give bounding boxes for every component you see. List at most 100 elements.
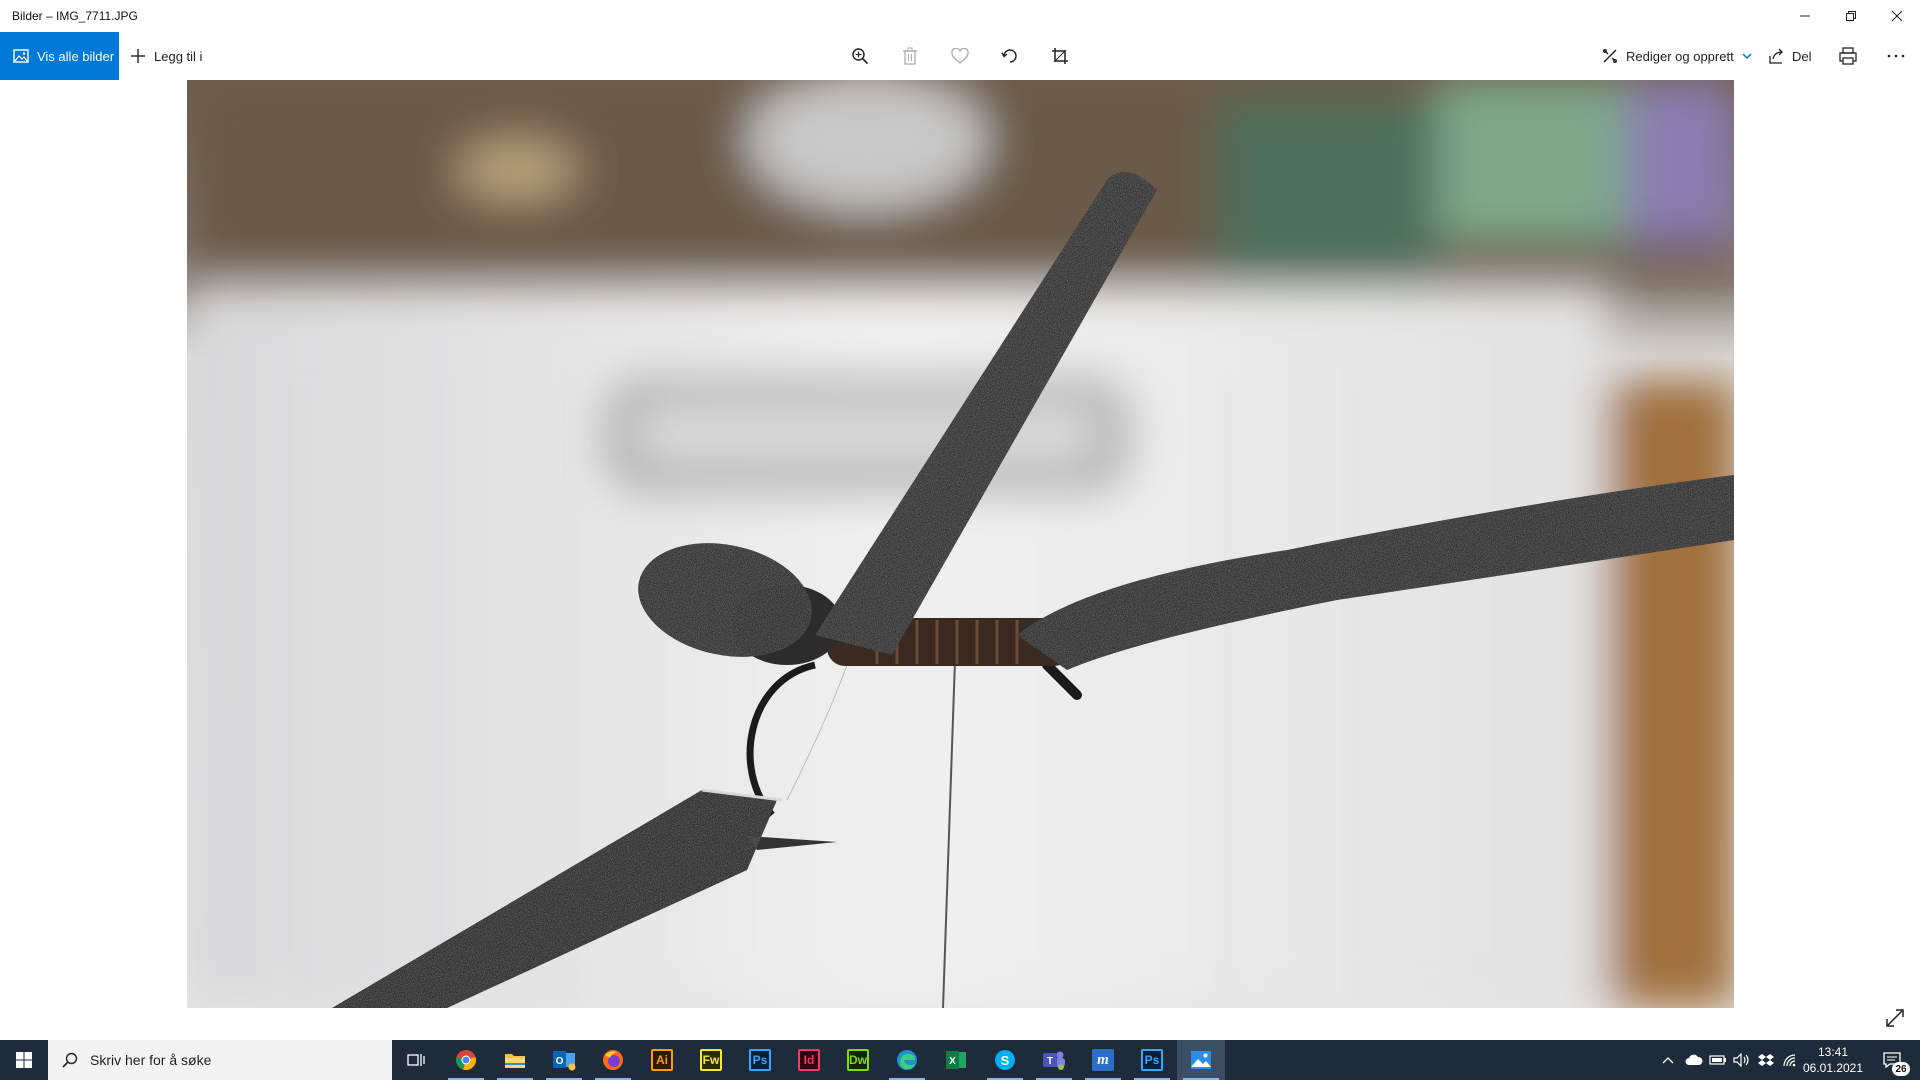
taskbar: Skriv her for å søke O Ai Fw Ps Id Dw X [0, 1040, 1920, 1080]
dreamweaver-icon: Dw [847, 1049, 869, 1071]
print-icon [1839, 47, 1857, 65]
indesign-icon: Id [798, 1049, 820, 1071]
restore-icon [1846, 11, 1856, 21]
photo-viewer[interactable] [187, 80, 1734, 1008]
photos-app-icon [1191, 1051, 1211, 1069]
close-icon [1891, 10, 1903, 22]
window-title: Bilder – IMG_7711.JPG [12, 9, 138, 23]
crop-icon [1052, 48, 1068, 64]
excel-icon: X [946, 1051, 966, 1069]
taskbar-app-photoshop-2[interactable]: Ps [1128, 1040, 1176, 1080]
more-button[interactable] [1876, 32, 1916, 80]
taskbar-app-photoshop[interactable]: Ps [736, 1040, 784, 1080]
rotate-button[interactable] [990, 32, 1030, 80]
teams-icon: T [1043, 1051, 1065, 1070]
task-view-button[interactable] [392, 1040, 440, 1080]
minimize-button[interactable] [1782, 0, 1828, 32]
delete-icon [903, 47, 917, 65]
outlook-letter: O [556, 1056, 564, 1067]
cloud-icon [1685, 1054, 1703, 1065]
title-bar: Bilder – IMG_7711.JPG [0, 0, 1920, 32]
taskbar-app-edge[interactable] [883, 1040, 931, 1080]
edge-icon [897, 1050, 917, 1070]
clock-time: 13:41 [1817, 1045, 1849, 1059]
add-to-label: Legg til i [154, 48, 203, 64]
dropbox-icon [1758, 1054, 1774, 1066]
clock-date: 06.01.2021 [1802, 1061, 1864, 1075]
view-all-photos-label: Vis alle bilder [37, 48, 115, 64]
taskbar-app-file-explorer[interactable] [491, 1040, 539, 1080]
search-icon [62, 1052, 78, 1068]
taskbar-app-illustrator[interactable]: Ai [638, 1040, 686, 1080]
taskbar-app-indesign[interactable]: Id [785, 1040, 833, 1080]
illustrator-icon: Ai [651, 1049, 673, 1071]
favorite-button[interactable] [940, 32, 980, 80]
taskbar-app-photos[interactable] [1177, 1040, 1225, 1080]
share-label: Del [1792, 48, 1812, 64]
add-to-button[interactable]: Legg til i [130, 32, 202, 80]
zoom-icon [852, 48, 869, 65]
show-hidden-icons-button[interactable] [1656, 1040, 1680, 1080]
taskbar-app-dreamweaver[interactable]: Dw [834, 1040, 882, 1080]
start-button[interactable] [0, 1040, 48, 1080]
firefox-icon [603, 1050, 623, 1070]
tray-network[interactable] [1778, 1040, 1802, 1080]
photoshop-icon: Ps [749, 1049, 771, 1071]
tray-onedrive[interactable] [1682, 1040, 1706, 1080]
search-placeholder: Skriv her for å søke [90, 1052, 212, 1068]
expand-icon [1886, 1009, 1904, 1027]
excel-letter: X [949, 1056, 956, 1067]
taskbar-clock[interactable]: 13:41 06.01.2021 [1800, 1040, 1866, 1080]
windows-icon [16, 1052, 32, 1068]
print-button[interactable] [1828, 32, 1868, 80]
taskbar-app-skype[interactable]: S [981, 1040, 1029, 1080]
edit-create-label: Rediger og opprett [1626, 48, 1734, 64]
restore-button[interactable] [1828, 0, 1874, 32]
action-center-button[interactable] [1868, 1040, 1916, 1080]
task-view-icon [407, 1054, 425, 1066]
teams-letter: T [1047, 1056, 1053, 1067]
more-icon [1887, 54, 1905, 58]
battery-icon [1709, 1055, 1726, 1065]
command-bar: Vis alle bilder Legg til i Rediger og op… [0, 32, 1920, 80]
tray-battery[interactable] [1706, 1040, 1730, 1080]
zoom-button[interactable] [840, 32, 880, 80]
tray-dropbox[interactable] [1754, 1040, 1778, 1080]
taskbar-app-teams[interactable]: T [1030, 1040, 1078, 1080]
speaker-icon [1733, 1053, 1749, 1067]
chrome-icon [456, 1050, 476, 1070]
notification-count-badge: 26 [1892, 1062, 1910, 1076]
crop-button[interactable] [1040, 32, 1080, 80]
close-button[interactable] [1874, 0, 1920, 32]
chevron-up-icon [1662, 1057, 1674, 1064]
fullscreen-button[interactable] [1880, 1003, 1910, 1033]
heart-icon [951, 48, 969, 64]
view-all-photos-button[interactable]: Vis alle bilder [0, 32, 119, 80]
taskbar-app-m[interactable]: m [1079, 1040, 1127, 1080]
edit-icon [1603, 49, 1617, 63]
skype-letter: S [1001, 1053, 1010, 1068]
taskbar-app-fireworks[interactable]: Fw [687, 1040, 735, 1080]
tray-volume[interactable] [1730, 1040, 1754, 1080]
chevron-down-icon [1742, 53, 1752, 60]
taskbar-app-excel[interactable]: X [932, 1040, 980, 1080]
taskbar-app-chrome[interactable] [442, 1040, 490, 1080]
fireworks-icon: Fw [700, 1049, 722, 1071]
photos-icon [13, 49, 29, 63]
taskbar-search[interactable]: Skriv her for å søke [48, 1040, 392, 1080]
share-icon [1769, 48, 1783, 64]
photoshop-icon: Ps [1141, 1049, 1163, 1071]
skype-icon: S [995, 1050, 1015, 1070]
plus-icon [131, 49, 145, 63]
share-button[interactable]: Del [1768, 32, 1812, 80]
edit-create-button[interactable]: Rediger og opprett [1602, 32, 1752, 80]
wifi-icon [1783, 1054, 1796, 1067]
folder-icon [505, 1054, 525, 1068]
outlook-icon: O [553, 1051, 576, 1071]
taskbar-app-outlook[interactable]: O [540, 1040, 588, 1080]
rotate-icon [1001, 49, 1017, 63]
photo-image [187, 80, 1734, 1008]
delete-button[interactable] [890, 32, 930, 80]
taskbar-app-firefox[interactable] [589, 1040, 637, 1080]
minimize-icon [1800, 15, 1810, 17]
